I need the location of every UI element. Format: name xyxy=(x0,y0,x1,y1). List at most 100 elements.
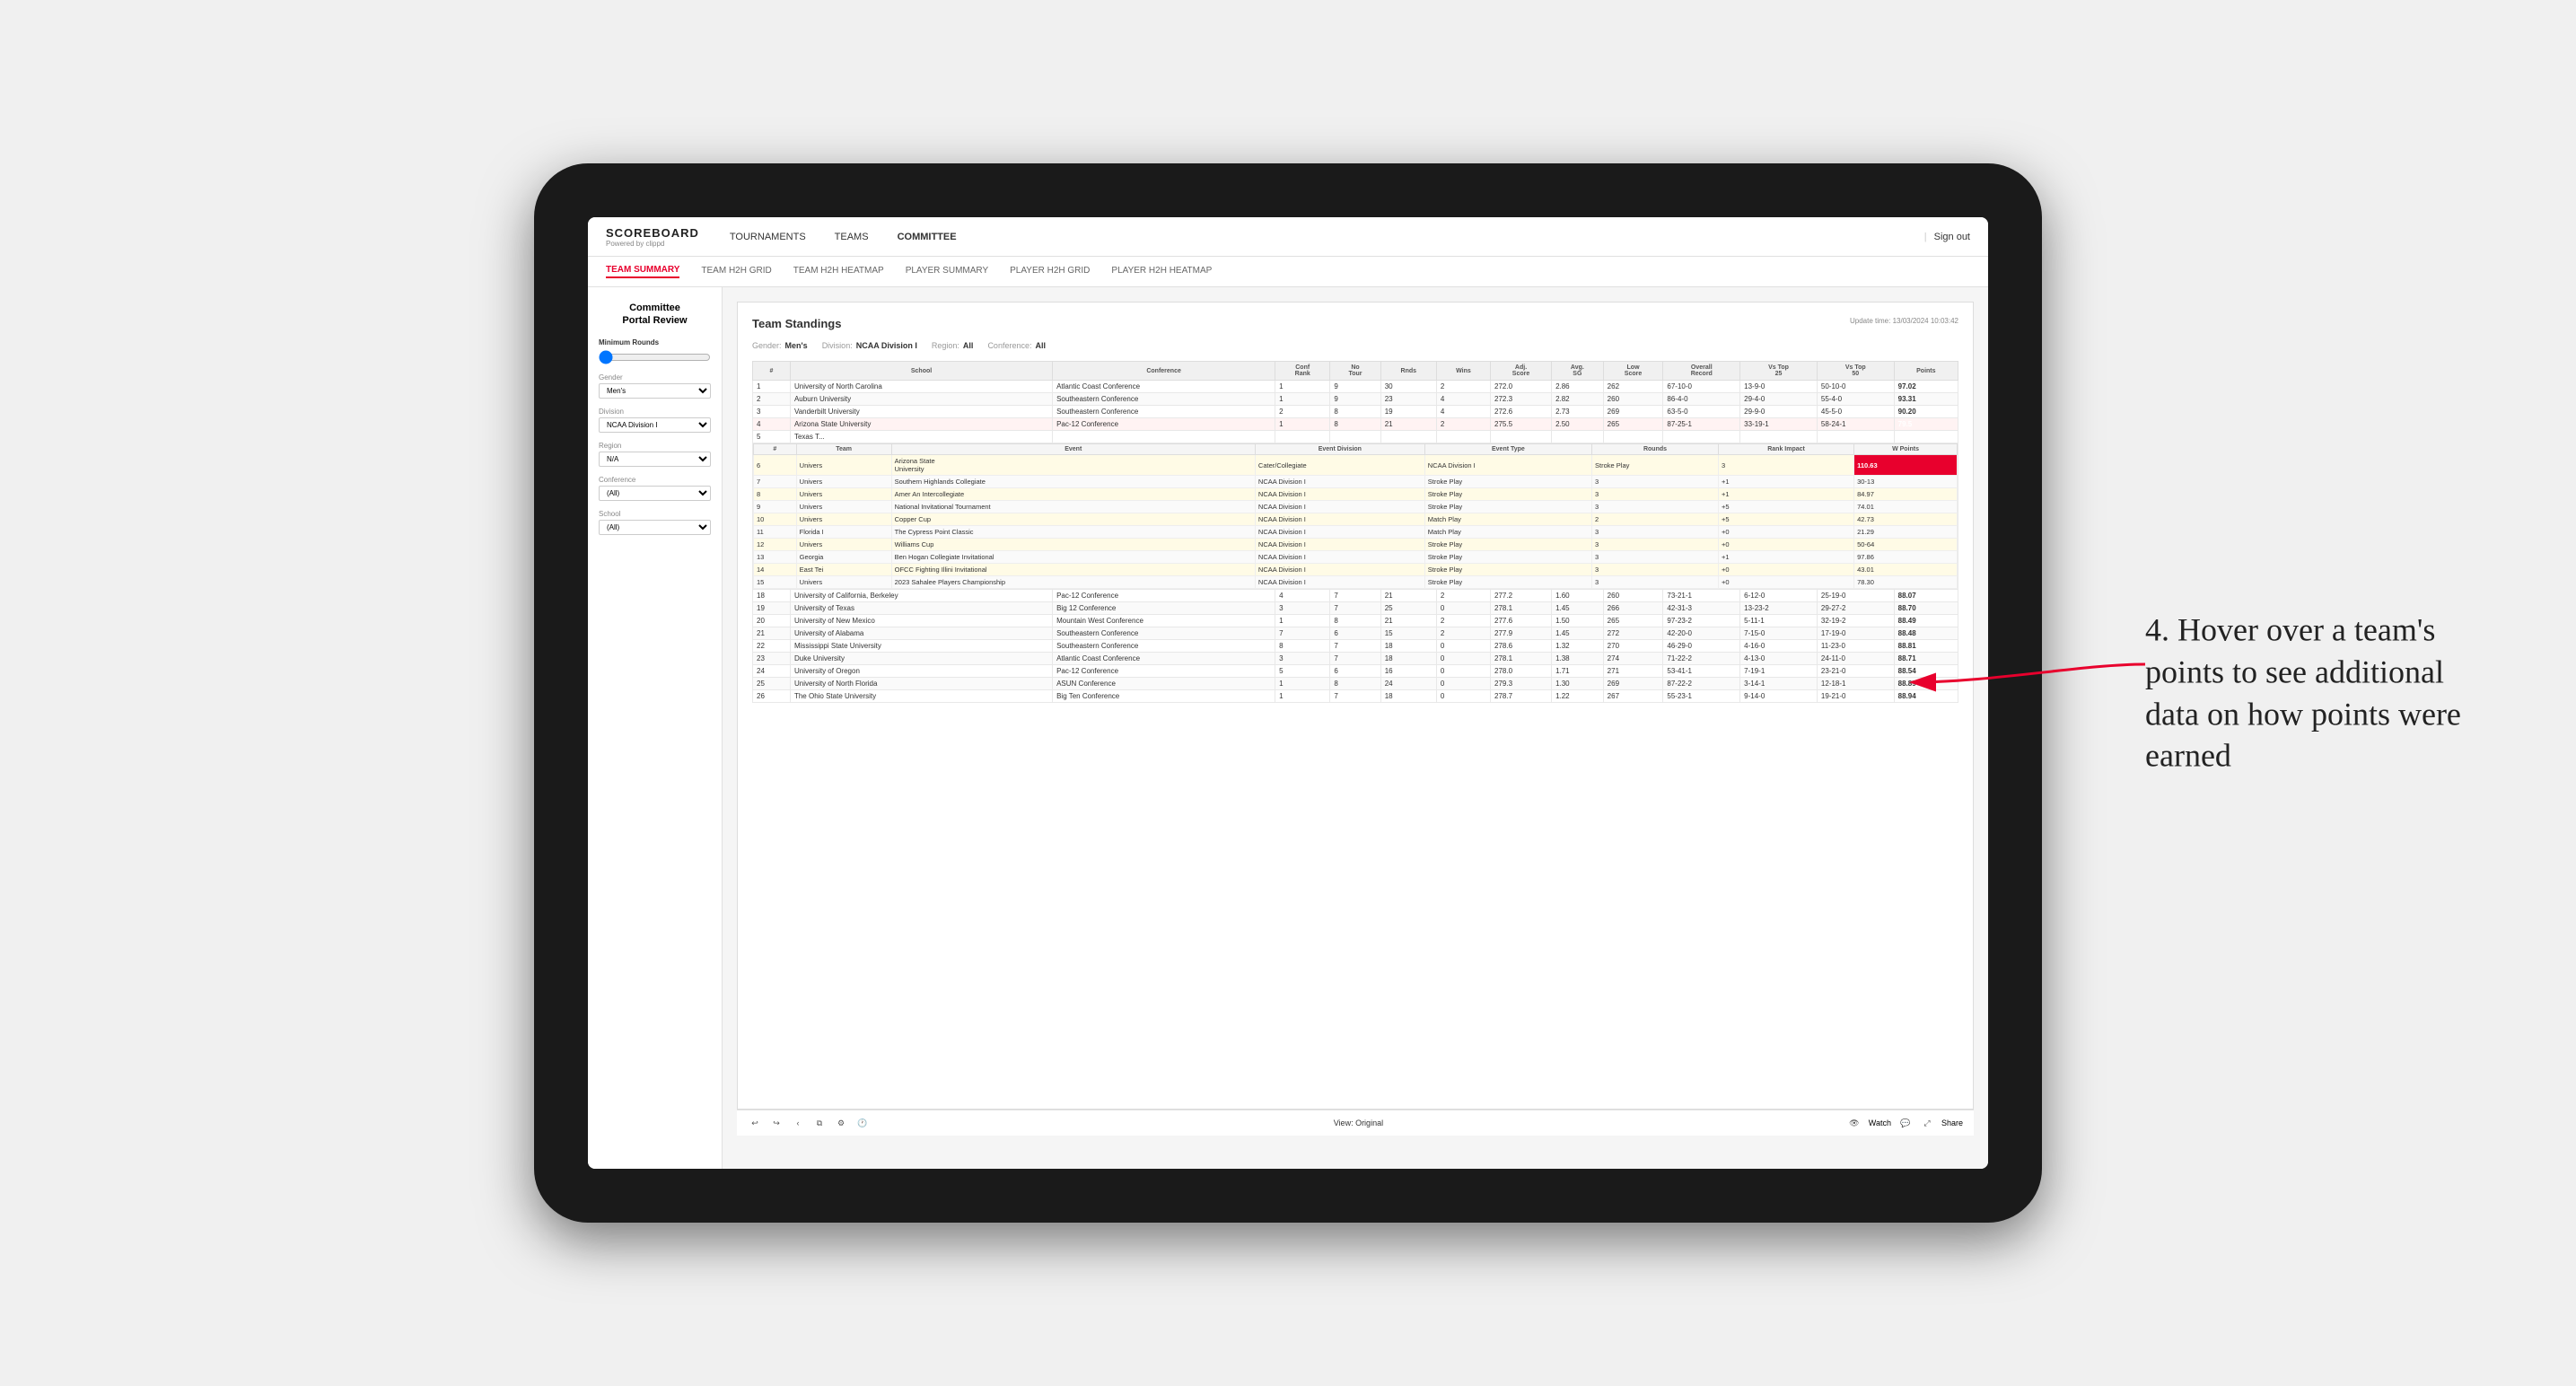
table-row: 22 Mississippi State University Southeas… xyxy=(753,640,1958,653)
update-time: Update time: 13/03/2024 10:03:42 xyxy=(1850,317,1958,325)
col-avg-sg: Avg.SG xyxy=(1552,362,1604,381)
nav-tournaments[interactable]: TOURNAMENTS xyxy=(726,232,810,242)
table-row: 1 University of North Carolina Atlantic … xyxy=(753,381,1958,393)
subnav-player-h2h-grid[interactable]: PLAYER H2H GRID xyxy=(1010,266,1090,277)
table-row: 18 University of California, Berkeley Pa… xyxy=(753,590,1958,602)
watch-label[interactable]: Watch xyxy=(1869,1118,1891,1127)
logo-title: SCOREBOARD xyxy=(606,226,699,240)
sidebar-portal-title: CommitteePortal Review xyxy=(599,302,711,328)
division-select[interactable]: NCAA Division I NCAA Division II NCAA Di… xyxy=(599,417,711,433)
tooltip-table: # Team Event Event Division Event Type R… xyxy=(753,443,1958,589)
table-row: 23 Duke University Atlantic Coast Confer… xyxy=(753,653,1958,665)
copy-icon[interactable]: ⧉ xyxy=(812,1116,827,1130)
view-original[interactable]: View: Original xyxy=(1334,1118,1383,1127)
subnav-player-summary[interactable]: PLAYER SUMMARY xyxy=(906,266,988,277)
table-row: 19 University of Texas Big 12 Conference… xyxy=(753,602,1958,615)
gender-select[interactable]: Men's Women's xyxy=(599,383,711,399)
table-row: 20 University of New Mexico Mountain Wes… xyxy=(753,615,1958,627)
table-row: 3 Vanderbilt University Southeastern Con… xyxy=(753,406,1958,418)
sidebar: CommitteePortal Review Minimum Rounds Ge… xyxy=(588,287,723,1169)
list-item: 6 Univers Arizona StateUniversity Cater/… xyxy=(754,455,1958,476)
col-vs25: Vs Top25 xyxy=(1740,362,1818,381)
list-item: 10 Univers Copper Cup NCAA Division I Ma… xyxy=(754,513,1958,526)
col-rank: # xyxy=(753,362,791,381)
list-item: 12 Univers Williams Cup NCAA Division I … xyxy=(754,539,1958,551)
col-rnds: Rnds xyxy=(1380,362,1436,381)
conference-label: Conference xyxy=(599,476,711,484)
col-no-tour: NoTour xyxy=(1330,362,1380,381)
table-row: 5 Texas T... xyxy=(753,431,1958,443)
share-label[interactable]: Share xyxy=(1941,1118,1963,1127)
subnav-team-summary[interactable]: TEAM SUMMARY xyxy=(606,265,679,278)
subnav-team-h2h-heatmap[interactable]: TEAM H2H HEATMAP xyxy=(793,266,884,277)
list-item: 15 Univers 2023 Sahalee Players Champion… xyxy=(754,576,1958,589)
list-item: 11 Florida I The Cypress Point Classic N… xyxy=(754,526,1958,539)
comment-icon[interactable]: 💬 xyxy=(1898,1116,1913,1130)
col-overall: OverallRecord xyxy=(1663,362,1740,381)
col-adj-score: Adj.Score xyxy=(1491,362,1552,381)
subnav-player-h2h-heatmap[interactable]: PLAYER H2H HEATMAP xyxy=(1111,266,1212,277)
table-row: 21 University of Alabama Southeastern Co… xyxy=(753,627,1958,640)
col-school: School xyxy=(790,362,1052,381)
nav-teams[interactable]: TEAMS xyxy=(831,232,872,242)
col-vs50: Vs Top50 xyxy=(1817,362,1894,381)
region-label: Region xyxy=(599,442,711,450)
region-select[interactable]: N/A All East West xyxy=(599,452,711,467)
nav-committee[interactable]: COMMITTEE xyxy=(894,232,960,242)
col-points: Points xyxy=(1894,362,1958,381)
report-header: Team Standings Update time: 13/03/2024 1… xyxy=(752,317,1958,330)
school-select[interactable]: (All) xyxy=(599,520,711,535)
sign-out-link[interactable]: Sign out xyxy=(1934,232,1970,242)
top-nav: SCOREBOARD Powered by clippd TOURNAMENTS… xyxy=(588,217,1988,257)
annotation-arrow xyxy=(1903,637,2154,709)
undo-icon[interactable]: ↩ xyxy=(748,1116,762,1130)
gender-label: Gender xyxy=(599,373,711,382)
report-area: Team Standings Update time: 13/03/2024 1… xyxy=(723,287,1988,1169)
min-rounds-range-container xyxy=(599,350,711,364)
list-item: 9 Univers National Invitational Tourname… xyxy=(754,501,1958,513)
annotation-text: 4. Hover over a team's points to see add… xyxy=(2145,609,2504,776)
table-row: 26 The Ohio State University Big Ten Con… xyxy=(753,690,1958,703)
eye-icon[interactable]: 👁 xyxy=(1847,1116,1862,1130)
min-rounds-label: Minimum Rounds xyxy=(599,338,711,346)
redo-icon[interactable]: ↪ xyxy=(769,1116,784,1130)
list-item: 13 Georgia Ben Hogan Collegiate Invitati… xyxy=(754,551,1958,564)
back-icon[interactable]: ‹ xyxy=(791,1116,805,1130)
col-conference: Conference xyxy=(1053,362,1275,381)
tablet-device: SCOREBOARD Powered by clippd TOURNAMENTS… xyxy=(534,163,2042,1223)
list-item: 14 East Tei OFCC Fighting Illini Invitat… xyxy=(754,564,1958,576)
settings-icon[interactable]: ⚙ xyxy=(834,1116,848,1130)
app-logo: SCOREBOARD Powered by clippd xyxy=(606,226,699,248)
tablet-screen: SCOREBOARD Powered by clippd TOURNAMENTS… xyxy=(588,217,1988,1169)
annotation-container: 4. Hover over a team's points to see add… xyxy=(2145,609,2504,776)
bottom-toolbar: ↩ ↪ ‹ ⧉ ⚙ 🕐 View: Original 👁 Watch 💬 ⤢ S… xyxy=(737,1110,1974,1136)
main-nav: TOURNAMENTS TEAMS COMMITTEE xyxy=(726,232,960,242)
sub-nav: TEAM SUMMARY TEAM H2H GRID TEAM H2H HEAT… xyxy=(588,257,1988,287)
division-filter: Division: NCAA Division I xyxy=(822,341,917,350)
table-row: 24 University of Oregon Pac-12 Conferenc… xyxy=(753,665,1958,678)
table-row-highlighted: 4 Arizona State University Pac-12 Confer… xyxy=(753,418,1958,431)
report-filters: Gender: Men's Division: NCAA Division I … xyxy=(752,341,1958,350)
expand-icon[interactable]: ⤢ xyxy=(1920,1116,1934,1130)
col-wins: Wins xyxy=(1436,362,1490,381)
table-row: 25 University of North Florida ASUN Conf… xyxy=(753,678,1958,690)
clock-icon[interactable]: 🕐 xyxy=(855,1116,870,1130)
nav-separator: | xyxy=(1924,232,1927,242)
report-title: Team Standings xyxy=(752,317,841,330)
min-rounds-input[interactable] xyxy=(599,350,711,364)
col-conf-rank: ConfRank xyxy=(1275,362,1330,381)
subnav-team-h2h-grid[interactable]: TEAM H2H GRID xyxy=(701,266,771,277)
list-item: 7 Univers Southern Highlands Collegiate … xyxy=(754,476,1958,488)
region-filter: Region: All xyxy=(932,341,974,350)
list-item: 8 Univers Amer An Intercollegiate NCAA D… xyxy=(754,488,1958,501)
tooltip-header-row: # Team Event Event Division Event Type R… xyxy=(753,443,1958,590)
conference-select[interactable]: (All) ACC Big Ten SEC xyxy=(599,486,711,501)
gender-filter: Gender: Men's xyxy=(752,341,808,350)
school-label: School xyxy=(599,510,711,518)
conference-filter: Conference: All xyxy=(987,341,1046,350)
logo-sub: Powered by clippd xyxy=(606,240,699,248)
standings-table: # School Conference ConfRank NoTour Rnds… xyxy=(752,361,1958,703)
table-row: 2 Auburn University Southeastern Confere… xyxy=(753,393,1958,406)
main-content: CommitteePortal Review Minimum Rounds Ge… xyxy=(588,287,1988,1169)
division-label: Division xyxy=(599,408,711,416)
